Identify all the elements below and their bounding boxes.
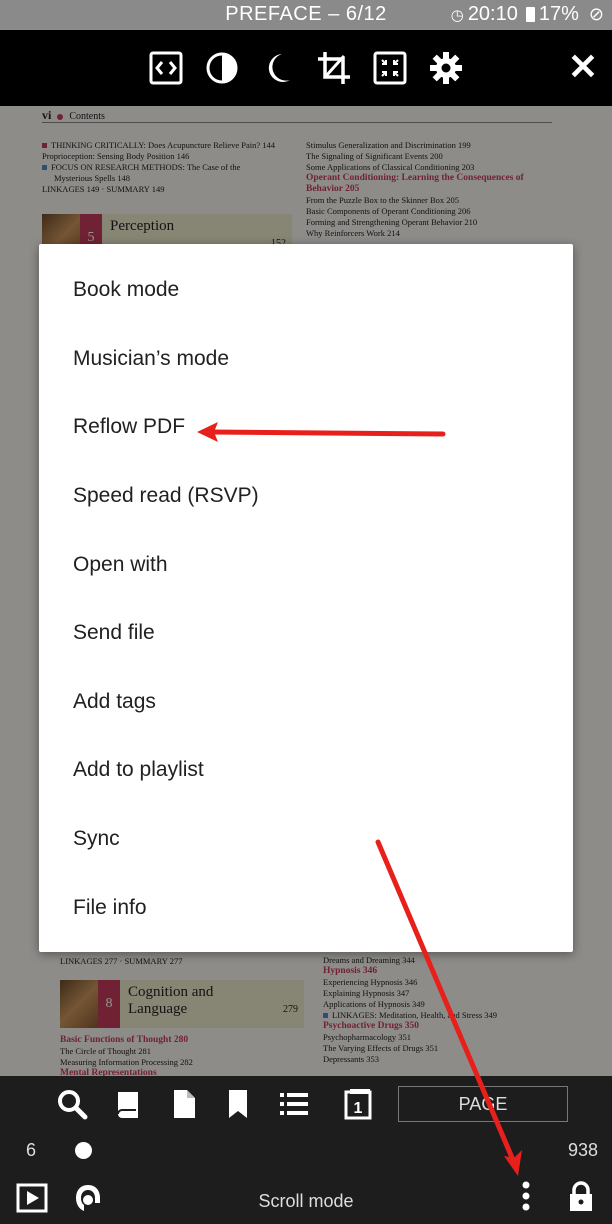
menu-item-sync[interactable]: Sync bbox=[39, 805, 573, 874]
page-slider[interactable] bbox=[80, 1150, 550, 1152]
document-icon[interactable] bbox=[168, 1088, 200, 1120]
menu-item-reflow-pdf[interactable]: Reflow PDF bbox=[39, 393, 573, 462]
menu-item-musicians-mode[interactable]: Musician’s mode bbox=[39, 325, 573, 394]
status-right: ◷ 20:10 17% ⊘ bbox=[451, 3, 604, 26]
list-icon[interactable] bbox=[278, 1088, 310, 1120]
crop-icon[interactable] bbox=[316, 50, 352, 86]
page-button[interactable]: PAGE bbox=[398, 1086, 568, 1122]
svg-text:1: 1 bbox=[354, 1100, 363, 1117]
fullscreen-icon[interactable] bbox=[372, 50, 408, 86]
battery-level: 17% bbox=[538, 3, 579, 25]
book-icon[interactable] bbox=[112, 1088, 144, 1120]
page-slider-knob[interactable] bbox=[74, 1142, 92, 1159]
status-time: 20:10 bbox=[467, 3, 518, 25]
settings-icon[interactable] bbox=[428, 50, 464, 86]
menu-item-open-with[interactable]: Open with bbox=[39, 530, 573, 599]
menu-item-add-to-playlist[interactable]: Add to playlist bbox=[39, 736, 573, 805]
top-toolbar: ✕ bbox=[0, 30, 612, 106]
bookmark-icon[interactable] bbox=[222, 1088, 254, 1120]
menu-item-send-file[interactable]: Send file bbox=[39, 599, 573, 668]
menu-item-book-mode[interactable]: Book mode bbox=[39, 256, 573, 325]
search-icon[interactable] bbox=[56, 1088, 88, 1120]
no-sync-icon: ⊘ bbox=[588, 4, 604, 24]
night-mode-icon[interactable] bbox=[260, 50, 296, 86]
overflow-menu: Book mode Musician’s mode Reflow PDF Spe… bbox=[39, 244, 573, 952]
bottom-toolbar: 1 PAGE 6 938 Scroll mode bbox=[0, 1076, 612, 1224]
menu-item-add-tags[interactable]: Add tags bbox=[39, 668, 573, 737]
close-icon[interactable]: ✕ bbox=[568, 47, 598, 87]
more-vert-icon[interactable] bbox=[510, 1180, 542, 1212]
battery-icon bbox=[525, 7, 535, 22]
menu-item-speed-read[interactable]: Speed read (RSVP) bbox=[39, 462, 573, 531]
total-pages: 938 bbox=[567, 1140, 598, 1160]
menu-item-file-info[interactable]: File info bbox=[39, 873, 573, 942]
page-number-icon[interactable]: 1 bbox=[342, 1088, 374, 1120]
status-bar: PREFACE – 6/12 ◷ 20:10 17% ⊘ bbox=[0, 0, 612, 30]
contrast-icon[interactable] bbox=[204, 50, 240, 86]
current-page: 6 bbox=[26, 1140, 37, 1160]
lock-icon[interactable] bbox=[565, 1180, 597, 1212]
fit-width-icon[interactable] bbox=[148, 50, 184, 86]
clock-icon: ◷ bbox=[450, 6, 464, 24]
